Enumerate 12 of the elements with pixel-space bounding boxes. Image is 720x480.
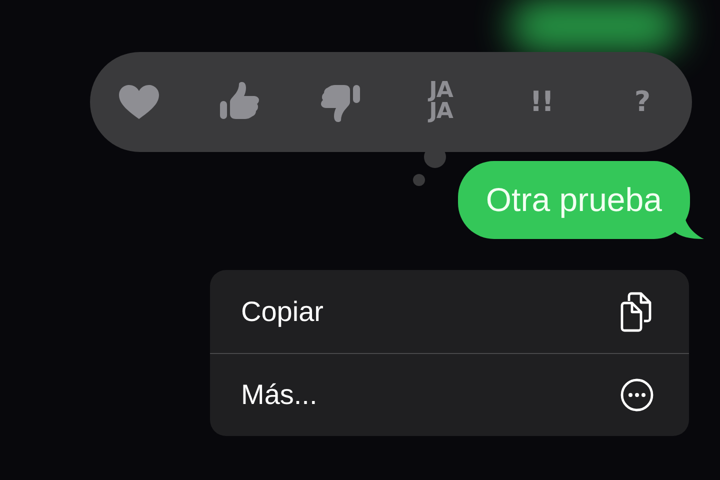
copy-icon	[618, 292, 654, 332]
reaction-button[interactable]: ?	[620, 74, 664, 130]
thumbs-up-icon	[218, 82, 261, 122]
menu-item[interactable]: Copiar	[210, 270, 689, 353]
thumbs-down-icon	[319, 82, 362, 122]
menu-item[interactable]: Más...	[210, 353, 689, 436]
message-bubble[interactable]: Otra prueba	[458, 161, 690, 239]
reaction-button[interactable]: !!	[519, 74, 564, 130]
more-icon	[620, 378, 654, 412]
reaction-button[interactable]: JA JA	[418, 74, 463, 130]
bubble-tail-dot	[413, 174, 425, 186]
heart-icon	[118, 84, 160, 120]
